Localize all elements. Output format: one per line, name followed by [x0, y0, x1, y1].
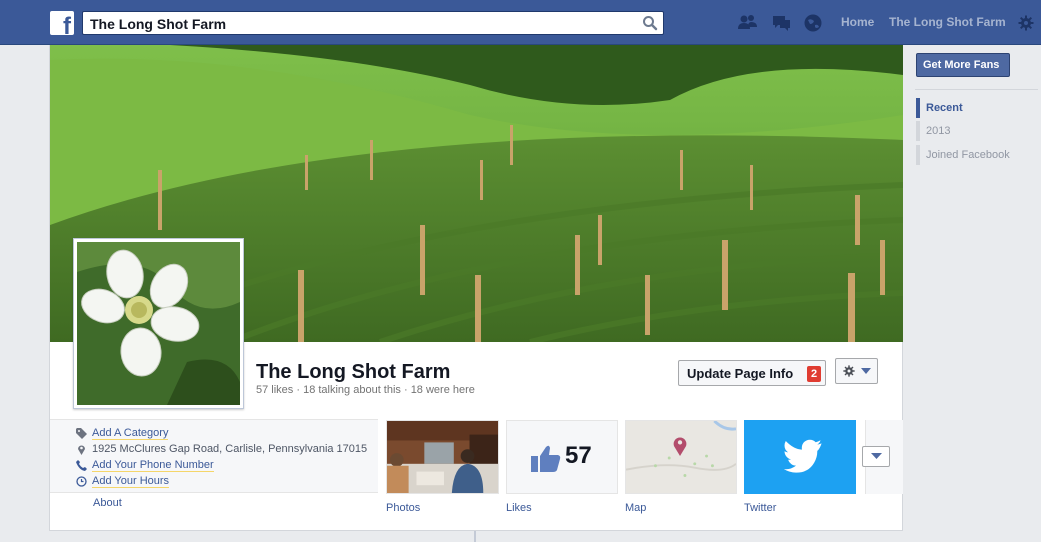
timeline-label: 2013 — [926, 125, 951, 137]
page-timeline-card: The Long Shot Farm 57 likes · 18 talking… — [49, 45, 903, 531]
likes-tile[interactable]: 57 — [506, 420, 618, 494]
page-title: The Long Shot Farm — [256, 361, 451, 383]
address-text: 1925 McClures Gap Road, Carlisle, Pennsy… — [92, 443, 368, 455]
add-hours-link[interactable]: Add Your Hours — [92, 475, 170, 488]
nav-home-link[interactable]: Home — [841, 15, 874, 29]
page-stats: 57 likes · 18 talking about this · 18 we… — [256, 384, 475, 396]
nav-page-link[interactable]: The Long Shot Farm — [889, 15, 1006, 29]
timeline-label: Recent — [926, 102, 963, 114]
twitter-tile[interactable] — [744, 420, 856, 494]
timeline-item-recent[interactable]: Recent — [916, 98, 1036, 118]
add-category-link[interactable]: Add A Category — [92, 427, 169, 440]
timeline-label: Joined Facebook — [926, 149, 1010, 161]
phone-icon — [76, 460, 87, 471]
tag-icon — [76, 428, 87, 439]
timeline-spine — [474, 531, 476, 542]
get-more-fans-button[interactable]: Get More Fans — [916, 53, 1010, 77]
timeline-item-joined[interactable]: Joined Facebook — [916, 145, 1036, 165]
thumbs-up-icon — [531, 445, 561, 472]
friend-requests-icon[interactable] — [736, 12, 758, 34]
tab-photos[interactable]: Photos — [386, 502, 420, 514]
tab-map[interactable]: Map — [625, 502, 646, 514]
likes-count: 57 — [565, 442, 592, 469]
search-input-value[interactable]: The Long Shot Farm — [90, 16, 226, 32]
timeline-marker — [916, 121, 920, 141]
rail-divider — [915, 89, 1038, 90]
facebook-logo-icon[interactable]: f — [50, 11, 74, 35]
top-bar: f The Long Shot Farm Home The Long Shot … — [0, 0, 1041, 45]
search-input[interactable]: The Long Shot Farm — [82, 11, 664, 35]
tab-about[interactable]: About — [93, 497, 122, 509]
search-icon[interactable] — [642, 15, 658, 31]
messages-icon[interactable] — [770, 12, 792, 34]
chevron-down-icon — [871, 453, 882, 459]
update-page-info-button[interactable]: Update Page Info 2 — [678, 360, 826, 386]
more-apps-button[interactable] — [862, 446, 890, 467]
page-settings-button[interactable] — [835, 358, 878, 384]
notifications-icon[interactable] — [802, 12, 824, 34]
timeline-marker — [916, 98, 920, 118]
profile-picture[interactable] — [73, 238, 244, 409]
flower-photo — [77, 242, 240, 405]
tab-twitter[interactable]: Twitter — [744, 502, 776, 514]
get-more-fans-label: Get More Fans — [923, 59, 1000, 71]
timeline-item-2013[interactable]: 2013 — [916, 121, 1036, 141]
map-pin-icon — [78, 445, 85, 455]
map-thumbnail[interactable] — [625, 420, 737, 494]
notification-jewels — [736, 12, 828, 34]
photos-thumbnail[interactable] — [386, 420, 499, 494]
chevron-down-icon — [861, 368, 871, 374]
add-phone-link[interactable]: Add Your Phone Number — [92, 459, 214, 472]
gear-icon — [843, 365, 855, 377]
clock-icon — [76, 476, 87, 487]
twitter-bird-icon — [783, 439, 822, 473]
update-page-info-label: Update Page Info — [687, 366, 794, 381]
tab-likes[interactable]: Likes — [506, 502, 532, 514]
about-panel: Add A Category 1925 McClures Gap Road, C… — [50, 419, 378, 493]
timeline-marker — [916, 145, 920, 165]
update-count-badge: 2 — [807, 366, 821, 382]
settings-gear-icon[interactable] — [1018, 15, 1034, 31]
